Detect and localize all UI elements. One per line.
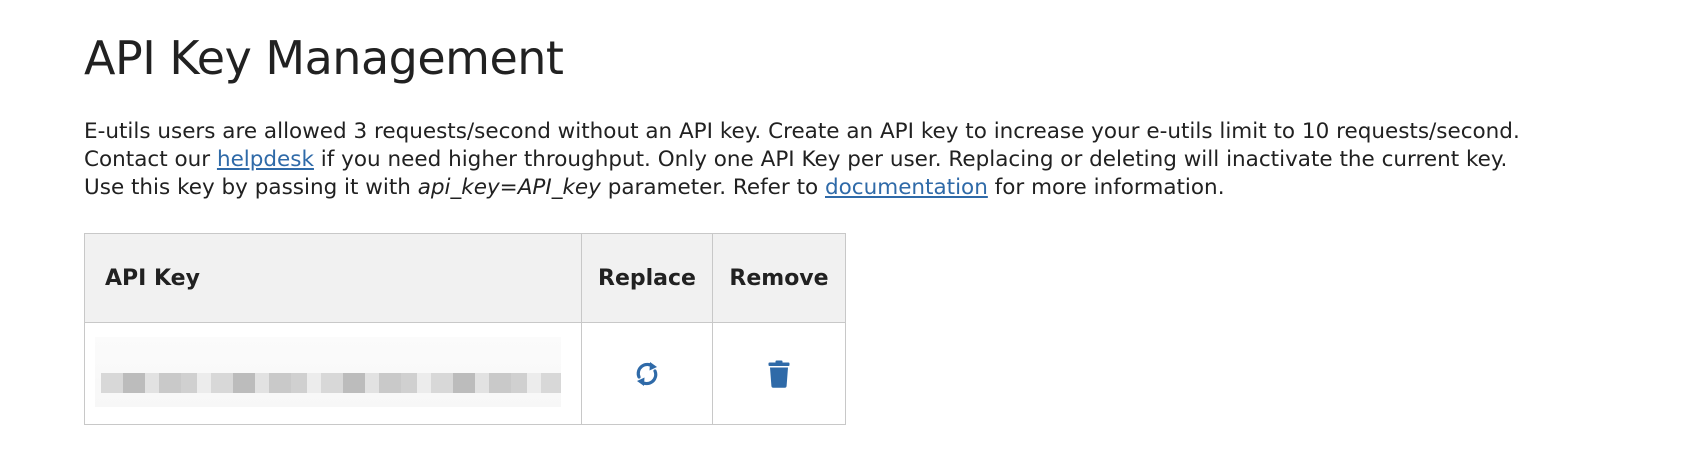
documentation-link[interactable]: documentation [825,175,988,200]
description-text-3: parameter. Refer to [600,175,825,200]
replace-cell [581,322,713,425]
remove-cell [712,322,846,425]
column-header-remove: Remove [712,233,846,323]
description-text-4: for more information. [987,175,1225,200]
page-title: API Key Management [84,31,564,85]
api-key-table: API Key Replace Remove [84,233,846,425]
masked-api-key [95,337,561,407]
redacted-key-bar [101,373,561,393]
refresh-icon [636,361,658,386]
helpdesk-link[interactable]: helpdesk [217,147,314,172]
table-header-row: API Key Replace Remove [84,233,846,323]
api-key-cell [84,322,582,425]
table-row [84,322,846,425]
api-key-param-example: api_key=API_key [417,175,601,200]
replace-key-button[interactable] [627,354,667,394]
column-header-replace: Replace [581,233,713,323]
trash-icon [768,360,790,388]
remove-key-button[interactable] [759,354,799,394]
page-description: E-utils users are allowed 3 requests/sec… [84,118,1544,202]
column-header-api-key: API Key [84,233,582,323]
